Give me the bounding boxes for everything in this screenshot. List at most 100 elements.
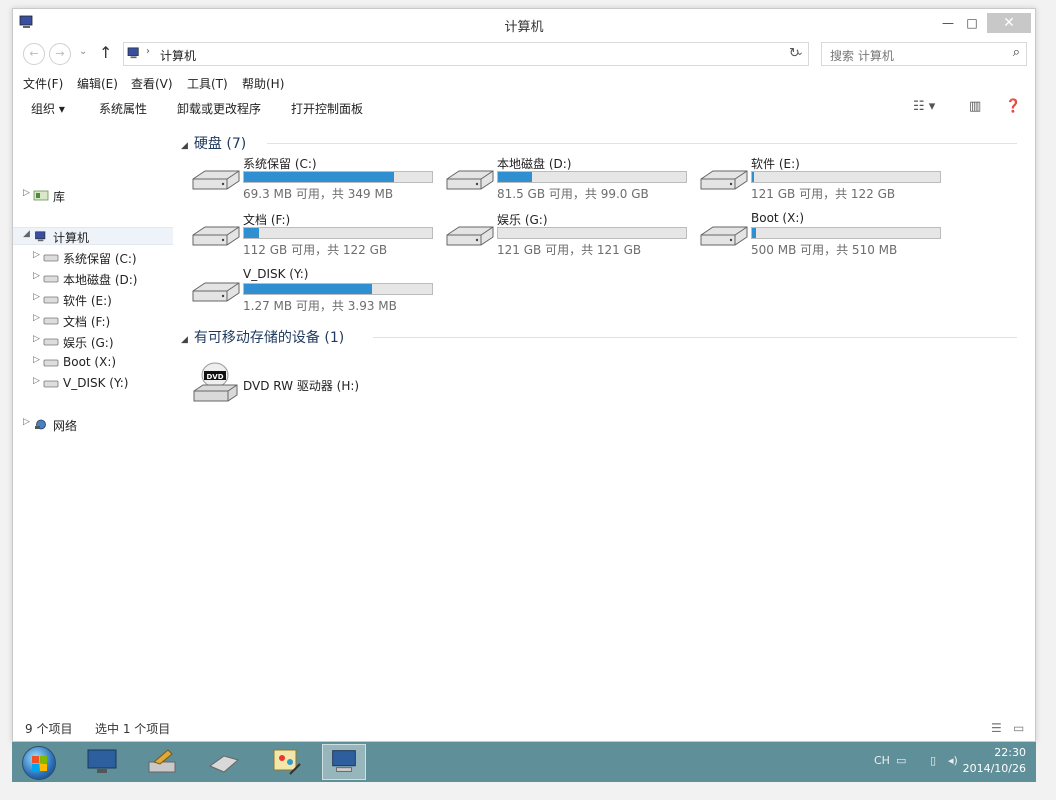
nav-label: 娱乐 (G:) (63, 336, 114, 350)
nav-drive-g[interactable]: ▷ 娱乐 (G:) (13, 333, 173, 351)
taskbar-app-desktop[interactable] (80, 744, 124, 780)
refresh-icon[interactable]: ↻ (789, 46, 800, 61)
windows-flag-icon (32, 756, 47, 771)
maximize-button[interactable]: □ (961, 13, 983, 33)
search-input[interactable]: 搜索 计算机 ⌕ (821, 42, 1027, 66)
title-bar: 计算机 — □ ✕ (13, 9, 1035, 39)
menu-file[interactable]: 文件(F) (23, 75, 63, 92)
organize-button[interactable]: 组织 ▾ (31, 100, 65, 117)
minimize-button[interactable]: — (937, 13, 959, 33)
expand-arrow-icon[interactable]: ▷ (33, 271, 40, 281)
breadcrumb-computer[interactable]: 计算机 (160, 47, 196, 64)
paint-icon (273, 749, 301, 775)
forward-button[interactable]: → (49, 43, 71, 65)
nav-drive-c[interactable]: ▷ 系统保留 (C:) (13, 249, 173, 267)
open-control-panel-button[interactable]: 打开控制面板 (291, 100, 363, 117)
uninstall-program-button[interactable]: 卸载或更改程序 (177, 100, 261, 117)
nav-drive-e[interactable]: ▷ 软件 (E:) (13, 291, 173, 309)
drive-tile[interactable]: 娱乐 (G:) 121 GB 可用，共 121 GB (445, 211, 699, 263)
drive-tile[interactable]: Boot (X:) 500 MB 可用，共 510 MB (699, 211, 953, 263)
collapse-arrow-icon[interactable]: ◢ (181, 335, 188, 345)
address-row: ← → ⌄ ↑ › 计算机 ⌄ ↻ 搜索 计算机 ⌕ (13, 39, 1035, 69)
dvd-drive-h[interactable]: DVD DVD RW 驱动器 (H:) (191, 361, 491, 411)
battery-icon[interactable]: ▯ (930, 754, 936, 767)
history-dropdown-icon[interactable]: ⌄ (79, 46, 87, 57)
capacity-bar (497, 171, 687, 183)
group-hard-disks[interactable]: ◢ 硬盘 (7) (181, 133, 246, 153)
drive-free-space: 121 GB 可用，共 121 GB (497, 243, 642, 257)
selected-count: 选中 1 个项目 (95, 722, 171, 736)
nav-drive-f[interactable]: ▷ 文档 (F:) (13, 312, 173, 330)
drive-name: 系统保留 (C:) (243, 157, 317, 171)
taskbar-app-drive[interactable] (202, 744, 246, 780)
drive-tile[interactable]: 软件 (E:) 121 GB 可用，共 122 GB (699, 155, 953, 207)
volume-icon[interactable]: ◂) (948, 754, 958, 767)
nav-label: 软件 (E:) (63, 294, 112, 308)
start-button[interactable] (22, 746, 56, 780)
drive-free-space: 112 GB 可用，共 122 GB (243, 243, 388, 257)
capacity-bar (751, 171, 941, 183)
nav-label: 文档 (F:) (63, 315, 111, 329)
nav-label: Boot (X:) (63, 355, 117, 369)
view-options-icon[interactable]: ☷ ▾ (913, 99, 935, 114)
taskbar-app-paint[interactable] (264, 744, 308, 780)
preview-pane-icon[interactable]: ▥ (969, 99, 981, 114)
expand-arrow-icon[interactable]: ▷ (23, 417, 30, 427)
details-view-icon[interactable]: ☰ (991, 721, 1002, 735)
drive-name: DVD RW 驱动器 (H:) (243, 379, 360, 393)
menu-help[interactable]: 帮助(H) (242, 75, 284, 92)
nav-drive-x[interactable]: ▷ Boot (X:) (13, 354, 173, 372)
large-icons-view-icon[interactable]: ▭ (1013, 721, 1024, 735)
keyboard-icon[interactable]: ▭ (896, 754, 906, 767)
expand-arrow-icon[interactable]: ▷ (33, 313, 40, 323)
nav-drive-d[interactable]: ▷ 本地磁盘 (D:) (13, 270, 173, 288)
address-bar[interactable]: › 计算机 ⌄ (123, 42, 809, 66)
menu-edit[interactable]: 编辑(E) (77, 75, 118, 92)
help-icon[interactable]: ❓ (1005, 99, 1021, 114)
drive-icon (43, 317, 59, 325)
drive-name: V_DISK (Y:) (243, 267, 309, 281)
expand-arrow-icon[interactable]: ▷ (33, 355, 40, 365)
nav-computer[interactable]: ◢ 计算机 (13, 227, 173, 245)
expand-arrow-icon[interactable]: ▷ (33, 376, 40, 386)
search-icon[interactable]: ⌕ (1013, 45, 1020, 60)
nav-drive-y[interactable]: ▷ V_DISK (Y:) (13, 375, 173, 393)
up-button[interactable]: ↑ (99, 43, 112, 62)
hard-drive-icon (192, 226, 240, 246)
drive-free-space: 1.27 MB 可用，共 3.93 MB (243, 299, 397, 313)
back-button[interactable]: ← (23, 43, 45, 65)
close-button[interactable]: ✕ (987, 13, 1031, 33)
menu-tools[interactable]: 工具(T) (187, 75, 228, 92)
drive-tile[interactable]: 文档 (F:) 112 GB 可用，共 122 GB (191, 211, 445, 263)
expand-arrow-icon[interactable]: ▷ (33, 334, 40, 344)
expand-arrow-icon[interactable]: ▷ (33, 250, 40, 260)
expand-arrow-icon[interactable]: ▷ (33, 292, 40, 302)
system-clock[interactable]: 22:30 2014/10/26 (963, 745, 1026, 777)
drive-name: 软件 (E:) (751, 157, 800, 171)
drive-tile[interactable]: V_DISK (Y:) 1.27 MB 可用，共 3.93 MB (191, 267, 445, 319)
group-removable[interactable]: ◢ 有可移动存储的设备 (1) (181, 327, 344, 347)
drive-tile[interactable]: 系统保留 (C:) 69.3 MB 可用，共 349 MB (191, 155, 445, 207)
hard-drive-icon (700, 170, 748, 190)
menu-bar: 文件(F) 编辑(E) 查看(V) 工具(T) 帮助(H) (13, 73, 1035, 93)
search-placeholder: 搜索 计算机 (830, 49, 894, 63)
input-language-indicator[interactable]: CH (874, 754, 890, 767)
hard-drive-icon (446, 170, 494, 190)
drive-tile[interactable]: 本地磁盘 (D:) 81.5 GB 可用，共 99.0 GB (445, 155, 699, 207)
hard-drive-icon (446, 226, 494, 246)
usb-drive-icon (208, 755, 240, 773)
taskbar-app-installer[interactable] (140, 744, 184, 780)
collapse-arrow-icon[interactable]: ◢ (23, 229, 30, 239)
expand-arrow-icon[interactable]: ▷ (23, 188, 30, 198)
nav-libraries[interactable]: ▷ 库 (13, 187, 173, 205)
system-properties-button[interactable]: 系统属性 (99, 100, 147, 117)
capacity-bar-fill (244, 284, 372, 294)
collapse-arrow-icon[interactable]: ◢ (181, 141, 188, 151)
nav-network[interactable]: ▷ 网络 (13, 416, 173, 434)
drive-icon (43, 275, 59, 283)
drive-icon (43, 338, 59, 346)
network-icon (35, 419, 46, 430)
taskbar-app-explorer[interactable] (322, 744, 366, 780)
menu-view[interactable]: 查看(V) (131, 75, 173, 92)
command-bar: 组织 ▾ 系统属性 卸载或更改程序 打开控制面板 ☷ ▾ ▥ ❓ (13, 97, 1035, 121)
